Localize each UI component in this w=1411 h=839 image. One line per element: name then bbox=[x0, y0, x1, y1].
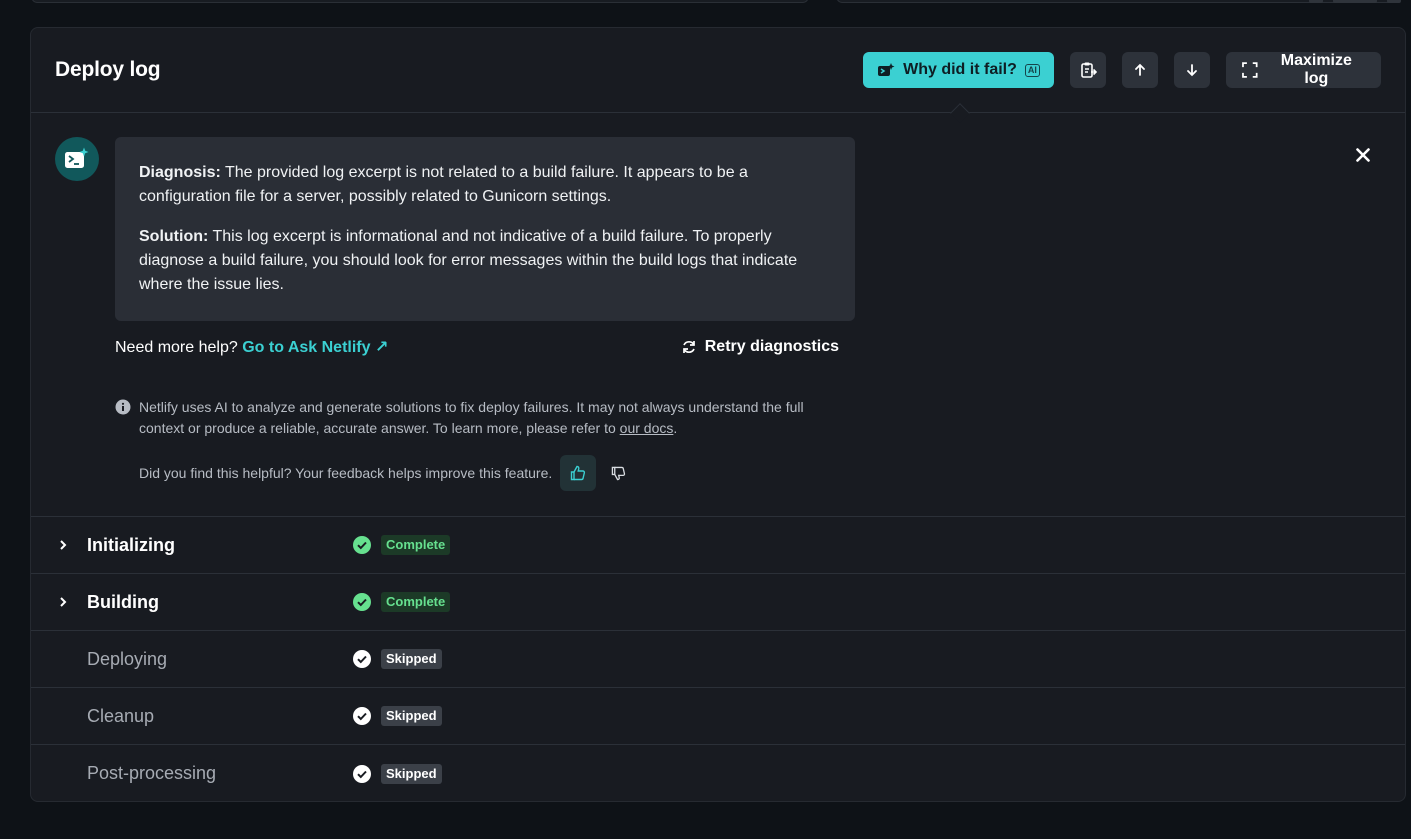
check-circle-icon bbox=[353, 650, 371, 668]
disclaimer-text-block: Netlify uses AI to analyze and generate … bbox=[139, 397, 835, 439]
chevron-right-icon[interactable] bbox=[55, 594, 71, 610]
disclaimer-text: Netlify uses AI to analyze and generate … bbox=[139, 399, 804, 436]
close-diagnosis-button[interactable] bbox=[1351, 143, 1375, 167]
scroll-to-bottom-button[interactable] bbox=[1174, 52, 1210, 88]
chevron-right-icon[interactable] bbox=[55, 537, 71, 553]
maximize-log-button[interactable]: Maximize log bbox=[1226, 52, 1381, 88]
diagnosis-text: The provided log excerpt is not related … bbox=[139, 164, 748, 205]
terminal-sparkle-icon bbox=[65, 147, 89, 168]
why-did-it-fail-button[interactable]: Why did it fail? AI bbox=[863, 52, 1054, 88]
step-row-cleanup: Cleanup Skipped bbox=[31, 688, 1405, 745]
check-circle-icon bbox=[353, 593, 371, 611]
diagnosis-message: Diagnosis: The provided log excerpt is n… bbox=[115, 137, 855, 321]
status-badge: Complete bbox=[381, 592, 451, 612]
step-name: Post-processing bbox=[87, 763, 217, 783]
ai-sparkle-icon bbox=[878, 63, 895, 76]
step-status: Skipped bbox=[353, 706, 442, 726]
ai-diagnosis-section: Diagnosis: The provided log excerpt is n… bbox=[31, 113, 1405, 517]
solution-paragraph: Solution: This log excerpt is informatio… bbox=[139, 225, 831, 297]
thumbs-down-button[interactable] bbox=[600, 455, 636, 491]
solution-text: This log excerpt is informational and no… bbox=[139, 228, 798, 293]
ask-netlify-label: Go to Ask Netlify bbox=[242, 339, 371, 356]
solution-label: Solution: bbox=[139, 228, 209, 245]
status-badge: Complete bbox=[381, 535, 451, 555]
previous-card-right bbox=[836, 0, 1402, 3]
status-badge: Skipped bbox=[381, 649, 442, 669]
step-name: Deploying bbox=[87, 648, 168, 669]
our-docs-link[interactable]: our docs bbox=[620, 420, 674, 436]
why-did-it-fail-label: Why did it fail? bbox=[903, 61, 1017, 78]
copy-log-button[interactable] bbox=[1070, 52, 1106, 88]
ai-disclaimer: Netlify uses AI to analyze and generate … bbox=[115, 397, 835, 439]
feedback-row: Did you find this helpful? Your feedback… bbox=[139, 455, 636, 491]
step-row-initializing[interactable]: Initializing Complete bbox=[31, 517, 1405, 574]
deploy-steps-list: Initializing Complete Building Complete bbox=[31, 517, 1405, 801]
help-prompt-wrapper: Need more help? Go to Ask Netlify ↗ bbox=[115, 337, 388, 357]
ai-assistant-avatar bbox=[55, 137, 99, 181]
step-row-deploying: Deploying Skipped bbox=[31, 631, 1405, 688]
feedback-question: Did you find this helpful? Your feedback… bbox=[139, 465, 553, 481]
diagnosis-paragraph: Diagnosis: The provided log excerpt is n… bbox=[139, 161, 831, 209]
arrow-down-icon bbox=[1187, 64, 1197, 77]
step-row-post-processing: Post-processing Skipped bbox=[31, 745, 1405, 801]
step-status: Complete bbox=[353, 592, 451, 612]
step-name: Initializing bbox=[87, 534, 175, 555]
retry-diagnostics-label: Retry diagnostics bbox=[704, 338, 839, 355]
refresh-icon bbox=[682, 341, 695, 353]
card-scroll-thumb[interactable] bbox=[1333, 0, 1377, 3]
status-badge: Skipped bbox=[381, 706, 442, 726]
check-circle-icon bbox=[353, 764, 371, 783]
need-more-help-text: Need more help? bbox=[115, 339, 238, 356]
maximize-log-label: Maximize log bbox=[1280, 52, 1352, 87]
maximize-icon bbox=[1242, 62, 1258, 78]
card-scroll-mark bbox=[1387, 0, 1401, 3]
info-icon bbox=[115, 399, 131, 415]
disclaimer-end: . bbox=[673, 420, 678, 436]
status-badge: Skipped bbox=[381, 763, 442, 784]
scroll-to-top-button[interactable] bbox=[1122, 52, 1158, 88]
card-scroll-mark bbox=[1309, 0, 1323, 3]
thumbs-up-icon bbox=[571, 465, 586, 481]
step-name: Cleanup bbox=[87, 705, 155, 726]
check-circle-icon bbox=[353, 536, 371, 554]
step-status: Skipped bbox=[353, 763, 442, 784]
help-row: Need more help? Go to Ask Netlify ↗ Retr… bbox=[115, 335, 855, 359]
close-icon bbox=[1356, 148, 1370, 162]
step-name: Building bbox=[87, 591, 159, 612]
arrow-up-icon bbox=[1135, 63, 1145, 76]
external-link-icon: ↗ bbox=[374, 339, 389, 356]
log-toolbar: Why did it fail? AI Maximize log bbox=[863, 52, 1381, 88]
ask-netlify-link[interactable]: Go to Ask Netlify ↗ bbox=[242, 339, 388, 356]
clipboard-icon bbox=[1081, 62, 1097, 78]
step-status: Complete bbox=[353, 535, 451, 555]
previous-card-left bbox=[31, 0, 809, 3]
thumbs-up-button[interactable] bbox=[560, 455, 597, 491]
step-status: Skipped bbox=[353, 649, 442, 669]
deploy-log-panel: Deploy log Why did it fail? AI Maximize … bbox=[30, 27, 1406, 802]
page-title: Deploy log bbox=[55, 58, 161, 81]
step-row-building[interactable]: Building Complete bbox=[31, 574, 1405, 631]
diagnosis-label: Diagnosis: bbox=[139, 164, 221, 181]
thumbs-down-icon bbox=[611, 466, 625, 480]
ai-badge: AI bbox=[1024, 63, 1040, 77]
check-circle-icon bbox=[353, 707, 371, 725]
retry-diagnostics-button[interactable]: Retry diagnostics bbox=[681, 338, 855, 356]
deploy-log-header: Deploy log Why did it fail? AI Maximize … bbox=[31, 28, 1405, 123]
